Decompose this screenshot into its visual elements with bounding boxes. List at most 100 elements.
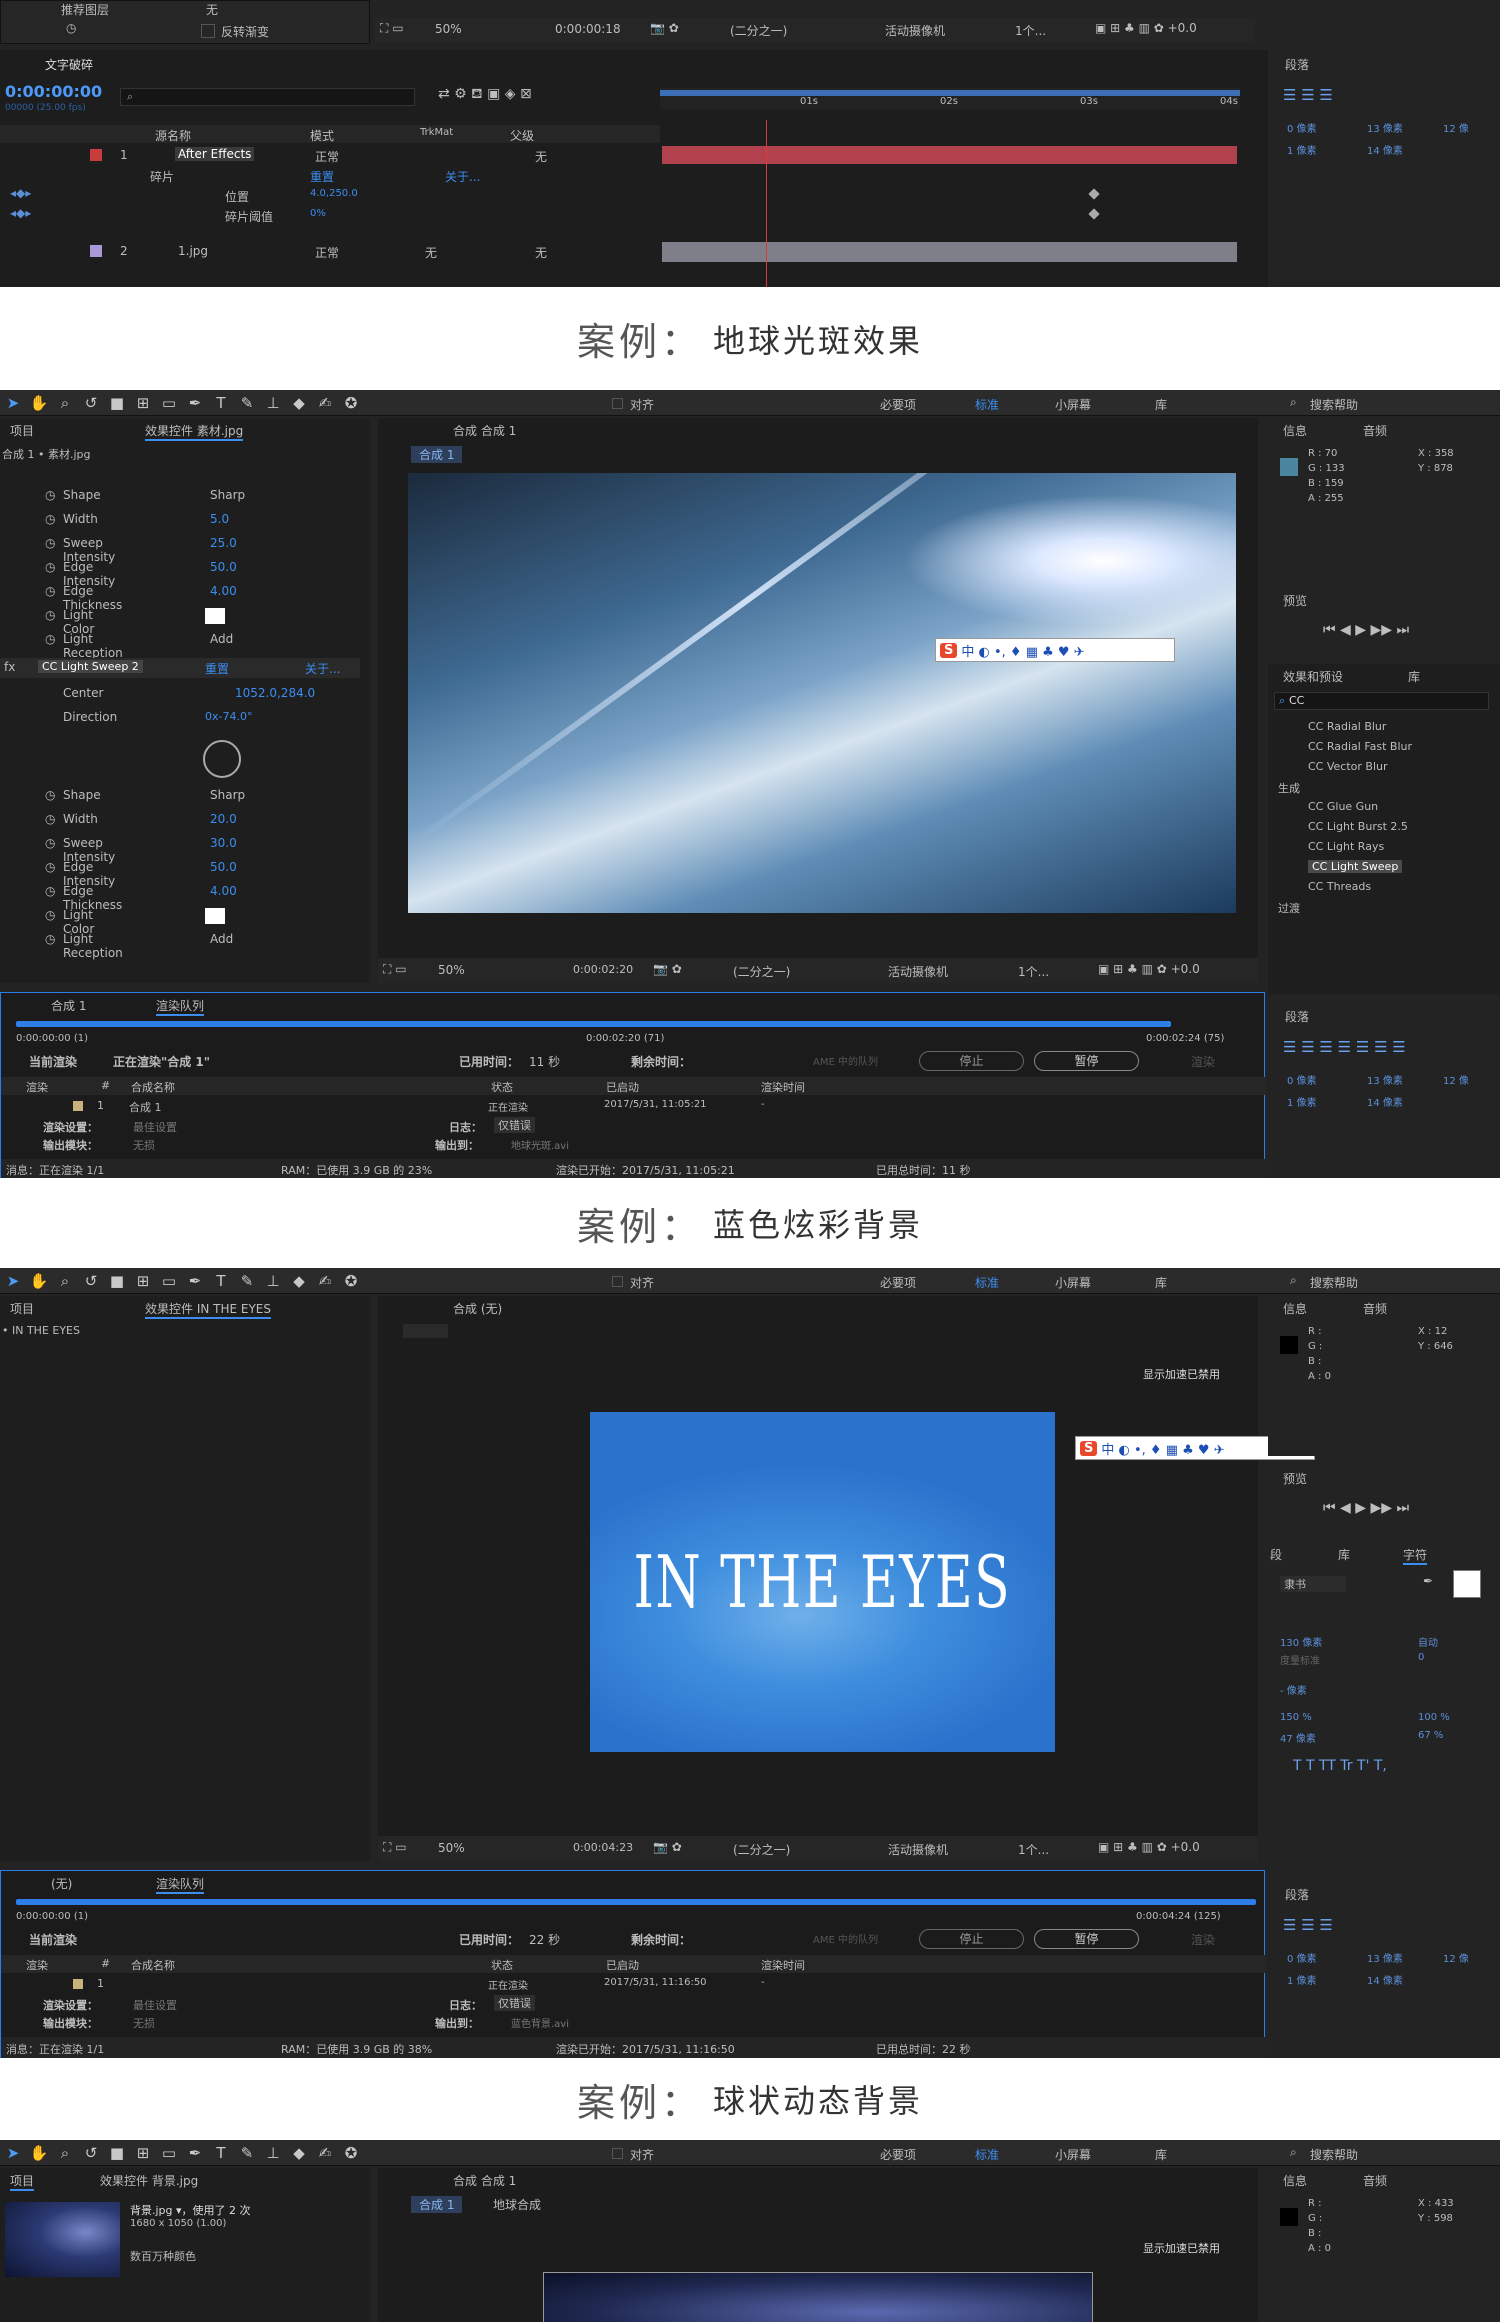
layer-bar-red[interactable] bbox=[662, 146, 1237, 164]
light-color-swatch[interactable] bbox=[205, 908, 225, 924]
stopwatch-icon[interactable]: ◷ bbox=[45, 836, 55, 850]
space-line[interactable]: 14 像素 bbox=[1367, 1094, 1403, 1109]
viewer-crumb-sub[interactable]: 地球合成 bbox=[493, 2196, 541, 2213]
rect-tool-icon[interactable]: ▭ bbox=[159, 2143, 179, 2163]
tab-audio[interactable]: 音频 bbox=[1363, 422, 1387, 439]
pin-tool-icon[interactable]: ✪ bbox=[341, 2143, 361, 2163]
workspace-library[interactable]: 库 bbox=[1155, 1274, 1167, 1291]
pause-button[interactable]: 暂停 bbox=[1034, 1929, 1139, 1949]
kerning-value[interactable]: 度量标准 bbox=[1280, 1652, 1320, 1667]
output-file[interactable]: 地球光斑.avi bbox=[511, 1137, 569, 1152]
resolution-select[interactable]: (二分之一) bbox=[733, 1841, 790, 1858]
align-icons[interactable]: ☰ ☰ ☰ bbox=[1283, 1916, 1333, 1934]
effects-search[interactable]: ⌕ CC bbox=[1274, 692, 1489, 710]
invert-checkbox[interactable] bbox=[201, 23, 215, 38]
views-select[interactable]: 1个... bbox=[1018, 1841, 1049, 1858]
keyframe-nav-icon[interactable]: ◂◆▸ bbox=[10, 186, 31, 200]
stopwatch-icon[interactable]: ◷ bbox=[45, 536, 55, 550]
hand-tool-icon[interactable]: ✋ bbox=[29, 2143, 49, 2163]
viewer-tools-icons[interactable]: ▣ ⊞ ♣ ▥ ✿ +0.0 bbox=[1098, 962, 1200, 976]
stamp-tool-icon[interactable]: ⊥ bbox=[263, 393, 283, 413]
roto-tool-icon[interactable]: ✍ bbox=[315, 2143, 335, 2163]
tab-project[interactable]: 项目 bbox=[10, 2172, 35, 2191]
tab-comp[interactable]: (无) bbox=[51, 1875, 72, 1892]
type-tool-icon[interactable]: T bbox=[211, 393, 231, 413]
brush-tool-icon[interactable]: ✎ bbox=[237, 2143, 257, 2163]
baseline-shift-value[interactable]: 47 像素 bbox=[1280, 1730, 1316, 1745]
zoom-tool-icon[interactable]: ⌕ bbox=[55, 1271, 75, 1291]
prop-value[interactable]: Add bbox=[210, 632, 233, 646]
stopwatch-icon[interactable]: ◷ bbox=[45, 488, 55, 502]
layer-name[interactable]: 1.jpg bbox=[178, 244, 208, 258]
in-the-eyes-preview-image[interactable]: IN THE EYES bbox=[590, 1412, 1055, 1752]
center-value[interactable]: 1052.0,284.0 bbox=[235, 686, 315, 700]
viewer-tab[interactable]: 合成 (无) bbox=[453, 1300, 502, 1317]
camera-tool-icon[interactable]: ■ bbox=[107, 393, 127, 413]
timeline-tab[interactable]: 文字破碎 bbox=[45, 56, 93, 73]
keyframe[interactable] bbox=[1088, 188, 1100, 200]
region-icon[interactable]: ⛶ ▭ bbox=[383, 1840, 407, 1855]
effect-item[interactable]: CC Glue Gun bbox=[1308, 800, 1378, 813]
stamp-tool-icon[interactable]: ⊥ bbox=[263, 2143, 283, 2163]
pan-tool-icon[interactable]: ⊞ bbox=[133, 1271, 153, 1291]
eraser-tool-icon[interactable]: ◆ bbox=[289, 1271, 309, 1291]
direction-value[interactable]: 0x-74.0° bbox=[205, 710, 252, 723]
indent-left[interactable]: 0 像素 bbox=[1287, 1950, 1317, 1965]
earth-preview-image[interactable] bbox=[408, 473, 1236, 913]
viewer-tools-icons[interactable]: ▣ ⊞ ♣ ▥ ✿ +0.0 bbox=[1098, 1840, 1200, 1854]
zoom-tool-icon[interactable]: ⌕ bbox=[55, 2143, 75, 2163]
tab-library[interactable]: 库 bbox=[1338, 1546, 1350, 1563]
ame-queue-button[interactable]: AME 中的队列 bbox=[813, 1931, 878, 1946]
tab-character[interactable]: 字符 bbox=[1403, 1546, 1428, 1565]
resolution-select[interactable]: (二分之一) bbox=[730, 22, 787, 39]
stop-button[interactable]: 停止 bbox=[919, 1929, 1024, 1949]
selection-tool-icon[interactable]: ➤ bbox=[3, 393, 23, 413]
workspace-essentials[interactable]: 必要项 bbox=[880, 2146, 916, 2163]
layer-name[interactable]: After Effects bbox=[175, 147, 255, 161]
log-value[interactable]: 仅错误 bbox=[494, 1995, 535, 2011]
tab-audio[interactable]: 音频 bbox=[1363, 1300, 1387, 1317]
hand-tool-icon[interactable]: ✋ bbox=[29, 393, 49, 413]
effect-group[interactable]: 过渡 bbox=[1278, 900, 1300, 916]
workspace-small[interactable]: 小屏幕 bbox=[1055, 1274, 1091, 1291]
font-size-value[interactable]: 130 像素 bbox=[1280, 1634, 1322, 1649]
zoom-select[interactable]: 50% bbox=[435, 22, 462, 36]
font-family-select[interactable]: 隶书 bbox=[1280, 1576, 1346, 1592]
output-module-label[interactable]: 输出模块： bbox=[43, 2015, 98, 2031]
effect-group[interactable]: 生成 bbox=[1278, 780, 1300, 796]
camera-snapshot-icon[interactable]: 📷 ✿ bbox=[653, 962, 682, 976]
resolution-select[interactable]: (二分之一) bbox=[733, 963, 790, 980]
timecode-display[interactable]: 0:00:00:18 bbox=[555, 22, 621, 36]
effect-item[interactable]: CC Light Burst 2.5 bbox=[1308, 820, 1408, 833]
keyframe[interactable] bbox=[1088, 208, 1100, 220]
layer-trkmat[interactable]: 无 bbox=[425, 244, 437, 261]
effect-name[interactable]: CC Light Sweep 2 bbox=[38, 660, 143, 673]
hand-tool-icon[interactable]: ✋ bbox=[29, 1271, 49, 1291]
pan-tool-icon[interactable]: ⊞ bbox=[133, 393, 153, 413]
snap-checkbox[interactable] bbox=[612, 396, 623, 410]
light-color-swatch[interactable] bbox=[205, 608, 225, 624]
active-camera-select[interactable]: 活动摄像机 bbox=[888, 963, 948, 980]
tab-effect-controls[interactable]: 效果控件 素材.jpg bbox=[145, 422, 244, 441]
indent-left[interactable]: 0 像素 bbox=[1287, 1072, 1317, 1087]
layer-mode[interactable]: 正常 bbox=[315, 244, 339, 261]
sub-effect-reset[interactable]: 重置 bbox=[310, 168, 334, 185]
search-icon[interactable]: ⌕ bbox=[1290, 1273, 1297, 1288]
space-line[interactable]: 14 像素 bbox=[1367, 142, 1403, 157]
search-icon[interactable]: ⌕ bbox=[1290, 395, 1297, 410]
effect-reset[interactable]: 重置 bbox=[205, 660, 229, 677]
rect-tool-icon[interactable]: ▭ bbox=[159, 1271, 179, 1291]
snap-checkbox[interactable] bbox=[612, 2146, 623, 2160]
timeline-timecode[interactable]: 0:00:00:00 bbox=[5, 82, 102, 101]
workspace-library[interactable]: 库 bbox=[1155, 396, 1167, 413]
ame-queue-button[interactable]: AME 中的队列 bbox=[813, 1053, 878, 1068]
tab-info[interactable]: 信息 bbox=[1283, 1300, 1307, 1317]
region-icon[interactable]: ⛶ ▭ bbox=[383, 962, 407, 977]
render-settings-label[interactable]: 渲染设置： bbox=[43, 1997, 98, 2013]
tab-project[interactable]: 项目 bbox=[10, 1300, 34, 1317]
camera-tool-icon[interactable]: ■ bbox=[107, 1271, 127, 1291]
stopwatch-icon[interactable]: ◷ bbox=[45, 632, 55, 646]
space-after[interactable]: 12 像 bbox=[1443, 1950, 1469, 1965]
prop-value[interactable]: 4.00 bbox=[210, 884, 237, 898]
effect-about[interactable]: 关于... bbox=[305, 660, 340, 677]
